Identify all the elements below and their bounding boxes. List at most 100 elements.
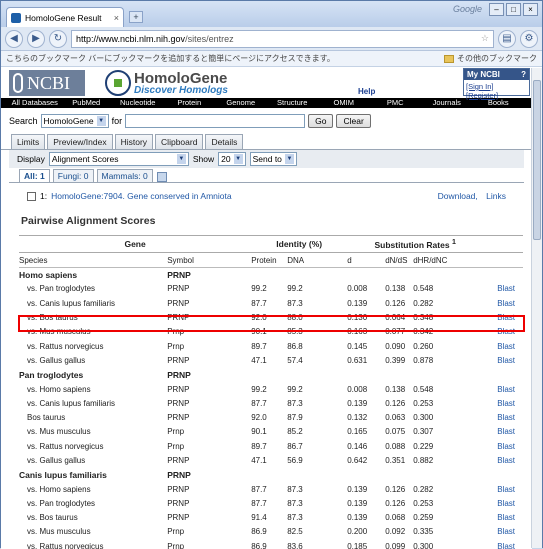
close-window-button[interactable]: ×	[523, 3, 538, 16]
protein-identity: 87.7	[251, 482, 287, 496]
nav-omim[interactable]: OMIM	[318, 98, 370, 108]
d-value: 0.642	[347, 453, 385, 467]
dhrdnc-value: 0.282	[413, 482, 483, 496]
blast-link[interactable]: Blast	[483, 482, 523, 496]
dna-identity: 87.3	[287, 296, 347, 310]
browser-tab[interactable]: HomoloGene Result ×	[6, 7, 124, 27]
table-row: vs. Gallus gallusPRNP47.156.90.6420.3510…	[19, 453, 523, 467]
protein-identity: 90.1	[251, 425, 287, 439]
myncbi-help-icon[interactable]: ?	[521, 70, 526, 79]
blast-link[interactable]: Blast	[483, 296, 523, 310]
other-bookmarks[interactable]: その他のブックマーク	[444, 53, 537, 64]
blast-link[interactable]: Blast	[483, 439, 523, 453]
minimize-button[interactable]: –	[489, 3, 504, 16]
clear-button[interactable]: Clear	[336, 114, 370, 128]
tab-preview-index[interactable]: Preview/Index	[47, 134, 112, 149]
ncbi-logo[interactable]: NCBI	[9, 70, 85, 96]
close-tab-icon[interactable]: ×	[114, 13, 119, 23]
page-menu-icon[interactable]: ▤	[498, 30, 516, 48]
blast-link[interactable]: Blast	[483, 353, 523, 367]
table-row: Bos taurusPRNP92.087.90.1320.0630.300Bla…	[19, 410, 523, 424]
filter-settings-icon[interactable]	[157, 172, 167, 182]
count-select[interactable]: 20▼	[218, 152, 245, 166]
col-species: Species	[19, 253, 167, 268]
address-bar[interactable]: http://www.ncbi.nlm.nih.gov/sites/entrez…	[71, 30, 494, 48]
comparison-symbol: Prnp	[167, 425, 251, 439]
blast-link[interactable]: Blast	[483, 282, 523, 296]
species-name: Pan troglodytes	[19, 368, 167, 382]
site-header: NCBI HomoloGeneDiscover Homologs Help My…	[1, 68, 532, 98]
d-value: 0.631	[347, 353, 385, 367]
sendto-select-value: Send to	[253, 154, 282, 164]
help-link[interactable]: Help	[358, 87, 375, 96]
reload-button[interactable]: ↻	[49, 30, 67, 48]
nav-all-databases[interactable]: All Databases	[9, 98, 61, 108]
comparison-species: vs. Gallus gallus	[19, 353, 167, 367]
nav-structure[interactable]: Structure	[267, 98, 319, 108]
go-button[interactable]: Go	[308, 114, 333, 128]
comparison-species: vs. Canis lupus familiaris	[19, 296, 167, 310]
d-value: 0.139	[347, 396, 385, 410]
bookmark-star-icon[interactable]: ☆	[481, 33, 489, 44]
nav-nucleotide[interactable]: Nucleotide	[112, 98, 164, 108]
record-checkbox[interactable]	[27, 192, 36, 201]
tab-history[interactable]: History	[115, 134, 153, 149]
show-label: Show	[193, 154, 214, 164]
tab-details[interactable]: Details	[205, 134, 243, 149]
vertical-scrollbar[interactable]	[531, 68, 542, 548]
blast-link[interactable]: Blast	[483, 410, 523, 424]
nav-pubmed[interactable]: PubMed	[61, 98, 113, 108]
format-select[interactable]: Alignment Scores▼	[49, 152, 189, 166]
search-input[interactable]	[125, 114, 305, 128]
comparison-species: vs. Gallus gallus	[19, 453, 167, 467]
species-row: Pan troglodytesPRNP	[19, 368, 523, 382]
blast-link[interactable]: Blast	[483, 496, 523, 510]
subtab-mammals[interactable]: Mammals: 0	[97, 169, 153, 182]
database-select[interactable]: HomoloGene▼	[41, 114, 109, 128]
nav-pmc[interactable]: PMC	[370, 98, 422, 108]
col-dnds: dN/dS	[385, 253, 413, 268]
wrench-icon[interactable]: ⚙	[520, 30, 538, 48]
register-link[interactable]: [Register]	[466, 91, 498, 100]
blast-link[interactable]: Blast	[483, 525, 523, 539]
result-subtabs: All: 1 Fungi: 0 Mammals: 0	[9, 168, 524, 183]
d-value: 0.139	[347, 496, 385, 510]
subtab-fungi[interactable]: Fungi: 0	[53, 169, 94, 182]
blast-link[interactable]: Blast	[483, 453, 523, 467]
subtab-all[interactable]: All: 1	[19, 169, 50, 182]
d-value: 0.200	[347, 525, 385, 539]
signin-link[interactable]: [Sign In]	[466, 82, 494, 91]
comparison-species: vs. Pan troglodytes	[19, 496, 167, 510]
tab-clipboard[interactable]: Clipboard	[155, 134, 203, 149]
table-row: vs. Homo sapiensPRNP87.787.30.1390.1260.…	[19, 482, 523, 496]
blast-link[interactable]: Blast	[483, 382, 523, 396]
back-button[interactable]: ◀	[5, 30, 23, 48]
record-title-link[interactable]: HomoloGene:7904. Gene conserved in Amnio…	[51, 191, 232, 201]
table-body: Homo sapiensPRNPvs. Pan troglodytesPRNP9…	[19, 268, 523, 549]
forward-button[interactable]: ▶	[27, 30, 45, 48]
blast-link[interactable]: Blast	[483, 425, 523, 439]
comparison-species: vs. Homo sapiens	[19, 482, 167, 496]
sendto-select[interactable]: Send to▼	[250, 152, 297, 166]
comparison-symbol: PRNP	[167, 482, 251, 496]
blast-link[interactable]: Blast	[483, 396, 523, 410]
download-link[interactable]: Download,	[438, 191, 478, 201]
dnds-value: 0.138	[385, 282, 413, 296]
alignment-table: Gene Identity (%) Substitution Rates 1 S…	[19, 235, 523, 549]
dnds-value: 0.068	[385, 511, 413, 525]
nav-genome[interactable]: Genome	[215, 98, 267, 108]
maximize-button[interactable]: □	[506, 3, 521, 16]
homologene-logo[interactable]: HomoloGeneDiscover Homologs	[105, 70, 228, 96]
comparison-symbol: PRNP	[167, 382, 251, 396]
blast-link[interactable]: Blast	[483, 339, 523, 353]
links-link[interactable]: Links	[486, 191, 506, 201]
new-tab-button[interactable]: +	[129, 11, 143, 23]
search-label: Search	[9, 116, 38, 126]
feature-tabs: Limits Preview/Index History Clipboard D…	[1, 130, 532, 150]
blast-link[interactable]: Blast	[483, 511, 523, 525]
scrollbar-thumb[interactable]	[533, 80, 541, 240]
col-dhrdnc: dHR/dNC	[413, 253, 483, 268]
tab-limits[interactable]: Limits	[11, 134, 45, 149]
nav-protein[interactable]: Protein	[164, 98, 216, 108]
dna-identity: 87.3	[287, 496, 347, 510]
